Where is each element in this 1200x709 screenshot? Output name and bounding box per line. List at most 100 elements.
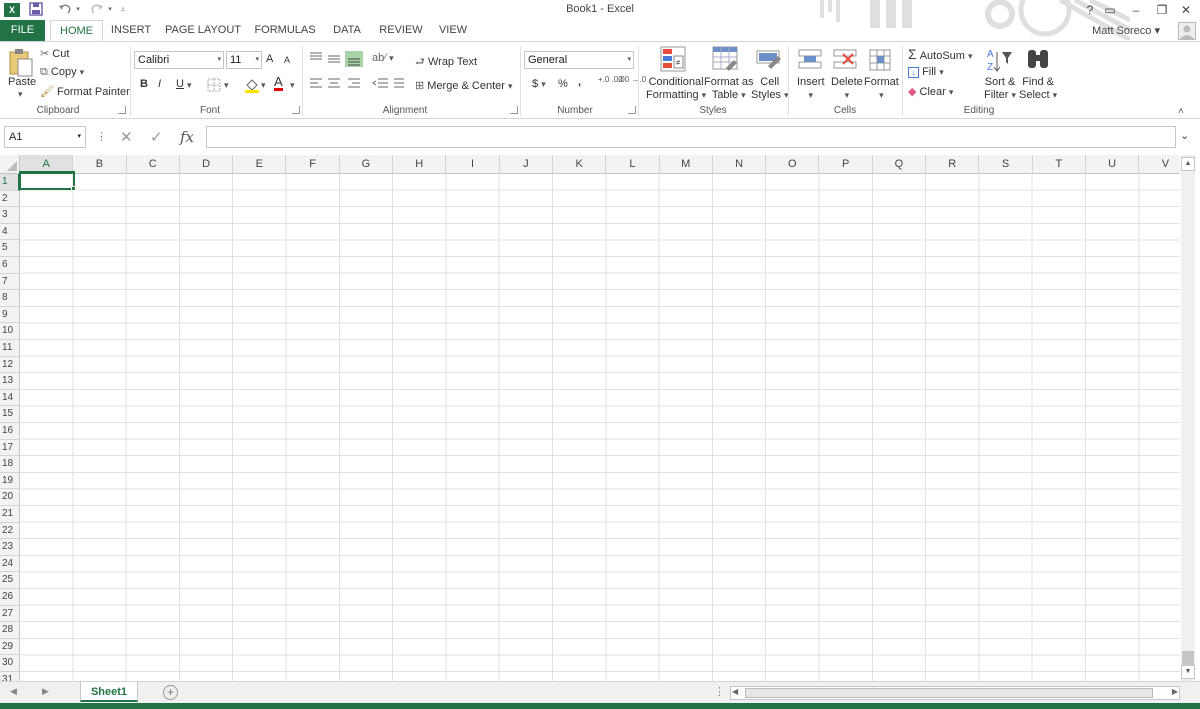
tab-view[interactable]: VIEW [436, 20, 470, 41]
conditional-formatting-button[interactable]: Conditional Formatting ▾ [646, 76, 706, 102]
tab-formulas[interactable]: FORMULAS [252, 20, 318, 41]
restore-button[interactable]: ❐ [1152, 2, 1172, 18]
autosum-button[interactable]: Σ AutoSum ▾ [908, 46, 973, 62]
decrease-decimal-button[interactable]: .00 →.0 [618, 76, 646, 84]
tab-page-layout[interactable]: PAGE LAYOUT [165, 20, 241, 41]
scroll-down-icon[interactable]: ▼ [1181, 665, 1195, 679]
italic-button[interactable]: I [158, 78, 161, 90]
row-header-8[interactable]: 8 [0, 290, 20, 307]
column-header-c[interactable]: C [127, 155, 180, 174]
fill-color-dropdown-icon[interactable]: ▾ [261, 80, 266, 91]
format-cells-icon[interactable] [868, 48, 892, 75]
row-header-23[interactable]: 23 [0, 539, 20, 556]
cell-styles-button[interactable]: Cell Styles ▾ [751, 76, 789, 102]
formula-bar-handle-icon[interactable]: ⋮ [96, 130, 107, 143]
format-painter-button[interactable]: 🖌 Format Painter [40, 85, 130, 98]
new-sheet-icon[interactable]: + [163, 685, 178, 700]
borders-icon[interactable] [207, 78, 221, 95]
row-header-13[interactable]: 13 [0, 373, 20, 390]
row-header-4[interactable]: 4 [0, 224, 20, 241]
column-header-l[interactable]: L [606, 155, 660, 174]
tab-home[interactable]: HOME [50, 20, 103, 42]
font-color-button[interactable]: A [274, 75, 283, 91]
row-header-19[interactable]: 19 [0, 473, 20, 490]
top-align-icon[interactable] [308, 50, 364, 71]
row-header-27[interactable]: 27 [0, 606, 20, 623]
conditional-formatting-icon[interactable]: ≠ [660, 46, 686, 77]
column-header-t[interactable]: T [1033, 155, 1086, 174]
row-header-25[interactable]: 25 [0, 572, 20, 589]
font-size-select[interactable]: 11 ▾ [226, 51, 262, 69]
paste-button[interactable]: Paste [8, 76, 36, 88]
font-family-select[interactable]: Calibri ▾ [134, 51, 224, 69]
row-header-15[interactable]: 15 [0, 406, 20, 423]
vertical-scrollbar[interactable]: ▲ ▼ [1181, 155, 1195, 681]
user-avatar[interactable] [1178, 22, 1196, 40]
fill-button[interactable]: ↓ Fill ▾ [908, 66, 944, 78]
row-header-22[interactable]: 22 [0, 523, 20, 540]
row-header-20[interactable]: 20 [0, 489, 20, 506]
column-header-p[interactable]: P [820, 155, 873, 174]
sheet-tab-sheet1[interactable]: Sheet1 [80, 682, 138, 702]
expand-formula-bar-icon[interactable]: ⌄ [1180, 129, 1189, 142]
cut-button[interactable]: ✂ Cut [40, 47, 69, 60]
tab-insert[interactable]: INSERT [108, 20, 154, 41]
cell-styles-icon[interactable] [756, 46, 782, 77]
horizontal-scrollbar[interactable]: ◀ ▶ [730, 686, 1180, 700]
comma-style-button[interactable]: , [578, 76, 581, 88]
row-header-17[interactable]: 17 [0, 440, 20, 457]
column-header-q[interactable]: Q [873, 155, 927, 174]
wrap-text-button[interactable]: ⮐ Wrap Text [415, 53, 477, 72]
tab-data[interactable]: DATA [328, 20, 366, 41]
enter-entry-button[interactable]: ✓ [150, 128, 163, 146]
vertical-scroll-thumb[interactable] [1182, 651, 1194, 665]
format-cells-button[interactable]: Format ▾ [864, 76, 899, 102]
increase-decimal-button[interactable]: +.0 .00 [598, 76, 623, 84]
column-header-v[interactable]: V [1139, 155, 1180, 174]
help-button[interactable]: ? [1080, 2, 1100, 18]
currency-button[interactable]: $ ▾ [532, 78, 546, 90]
font-color-dropdown-icon[interactable]: ▾ [290, 80, 295, 91]
minimize-button[interactable]: – [1126, 2, 1146, 18]
sort-filter-button[interactable]: Sort & Filter ▾ [984, 76, 1016, 102]
bold-button[interactable]: B [140, 78, 148, 90]
grow-font-button[interactable]: A [266, 53, 273, 65]
column-header-k[interactable]: K [553, 155, 607, 174]
row-header-1[interactable]: 1 [0, 174, 20, 191]
column-header-i[interactable]: I [446, 155, 500, 174]
alignment-launcher-icon[interactable] [510, 106, 518, 114]
cancel-entry-button[interactable]: ✕ [120, 128, 133, 146]
tab-review[interactable]: REVIEW [376, 20, 426, 41]
binoculars-icon[interactable] [1026, 48, 1050, 73]
active-cell-a1[interactable] [19, 171, 75, 190]
clear-button[interactable]: ◆ Clear ▾ [908, 85, 953, 98]
row-header-14[interactable]: 14 [0, 390, 20, 407]
row-header-9[interactable]: 9 [0, 307, 20, 324]
insert-cells-button[interactable]: Insert ▾ [797, 76, 825, 102]
delete-cells-icon[interactable] [833, 48, 857, 75]
scroll-up-icon[interactable]: ▲ [1181, 157, 1195, 171]
copy-button[interactable]: ⧉ Copy ▾ [40, 66, 84, 79]
row-header-6[interactable]: 6 [0, 257, 20, 274]
column-header-o[interactable]: O [766, 155, 820, 174]
underline-button[interactable]: U [176, 78, 184, 90]
column-header-n[interactable]: N [713, 155, 767, 174]
shrink-font-button[interactable]: A [284, 55, 290, 65]
row-header-29[interactable]: 29 [0, 639, 20, 656]
sort-filter-icon[interactable]: AZ [986, 46, 1014, 77]
column-header-b[interactable]: B [73, 155, 127, 174]
fill-color-icon[interactable] [244, 77, 260, 96]
paste-dropdown-icon[interactable]: ▾ [18, 89, 23, 100]
percent-button[interactable]: % [558, 78, 568, 90]
row-header-11[interactable]: 11 [0, 340, 20, 357]
row-header-24[interactable]: 24 [0, 556, 20, 573]
merge-center-button[interactable]: ⊞ Merge & Center ▾ [415, 79, 513, 92]
prev-sheet-icon[interactable]: ◀ [10, 686, 17, 697]
row-header-28[interactable]: 28 [0, 622, 20, 639]
column-header-f[interactable]: F [287, 155, 340, 174]
insert-function-button[interactable]: fx [180, 128, 194, 146]
horizontal-scroll-thumb[interactable] [745, 688, 1153, 698]
scroll-right-icon[interactable]: ▶ [1172, 687, 1178, 696]
cell-area[interactable] [20, 174, 1180, 681]
align-left-icon[interactable] [308, 77, 364, 94]
